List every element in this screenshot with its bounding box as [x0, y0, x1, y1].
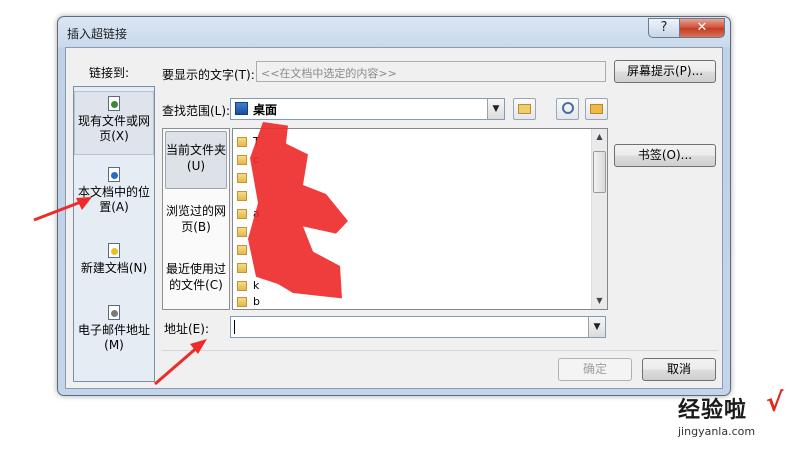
folder-icon	[237, 191, 247, 201]
link-to-bar: 现有文件或网页(X) 本文档中的位置(A) 新建文档(N) 电子邮件地址(M)	[73, 86, 155, 382]
dialog-client-area: 链接到: 现有文件或网页(X) 本文档中的位置(A) 新建文档(N) 电子邮件地…	[65, 47, 723, 389]
link-email-label: 电子邮件地址(M)	[77, 323, 150, 352]
folder-icon	[237, 281, 247, 291]
browse-folder-icon[interactable]	[513, 98, 536, 120]
link-new-document[interactable]: 新建文档(N)	[74, 239, 154, 289]
screentip-button[interactable]: 屏幕提示(P)...	[614, 60, 716, 83]
folder-icon	[237, 173, 247, 183]
folder-icon	[237, 245, 247, 255]
divider	[162, 350, 718, 351]
checkmark-icon: √	[766, 388, 784, 418]
help-button[interactable]: ?	[648, 18, 680, 38]
folder-icon	[237, 155, 247, 165]
open-file-icon[interactable]	[585, 98, 608, 120]
close-button[interactable]: ✕	[679, 18, 725, 38]
display-text-label: 要显示的文字(T):	[162, 68, 255, 82]
scroll-up-icon[interactable]: ▲	[592, 129, 607, 145]
scroll-thumb[interactable]	[593, 151, 606, 193]
look-in-label: 查找范围(L):	[162, 104, 231, 118]
desktop-icon	[235, 102, 248, 115]
dialog-title: 插入超链接	[67, 27, 128, 41]
look-in-select[interactable]: 桌面 ▼	[230, 98, 505, 120]
watermark-url: jingyanla.com	[678, 425, 756, 438]
look-in-value: 桌面	[253, 103, 278, 117]
ok-button[interactable]: 确定	[558, 358, 632, 381]
link-new-document-label: 新建文档(N)	[80, 261, 148, 275]
text-cursor	[234, 320, 235, 334]
cancel-button[interactable]: 取消	[642, 358, 716, 381]
email-icon	[106, 305, 122, 321]
insert-hyperlink-dialog: 插入超链接 ? ✕ 链接到: 现有文件或网页(X) 本文档中的位置(A) 新建文…	[57, 16, 731, 396]
chevron-down-icon[interactable]: ▼	[487, 99, 504, 119]
link-existing-file-label: 现有文件或网页(X)	[77, 114, 150, 143]
link-place-label: 本文档中的位置(A)	[77, 185, 150, 214]
watermark-text: 经验啦	[678, 398, 748, 423]
list-item[interactable]: b	[237, 295, 577, 309]
folder-icon	[237, 297, 247, 307]
address-label: 地址(E):	[164, 322, 209, 336]
folder-icon	[237, 137, 247, 147]
link-email-address[interactable]: 电子邮件地址(M)	[74, 301, 154, 361]
nav-browsed-pages[interactable]: 浏览过的网页(B)	[165, 195, 227, 245]
address-field[interactable]: ▼	[230, 316, 606, 338]
link-place-in-document[interactable]: 本文档中的位置(A)	[74, 163, 154, 219]
vertical-scrollbar[interactable]: ▲ ▼	[591, 129, 607, 309]
browse-web-icon[interactable]	[556, 98, 579, 120]
link-existing-file-or-web[interactable]: 现有文件或网页(X)	[74, 91, 154, 155]
new-document-icon	[106, 243, 122, 259]
title-bar[interactable]: 插入超链接 ? ✕	[58, 17, 730, 47]
folder-icon	[237, 263, 247, 273]
link-to-label: 链接到:	[89, 66, 130, 80]
nav-recent-files[interactable]: 最近使用过的文件(C)	[165, 253, 227, 305]
display-text-field[interactable]: <<在文档中选定的内容>>	[256, 61, 606, 82]
folder-icon	[237, 209, 247, 219]
nav-panel: 当前文件夹(U) 浏览过的网页(B) 最近使用过的文件(C)	[162, 128, 230, 310]
nav-current-folder[interactable]: 当前文件夹(U)	[165, 131, 227, 189]
bookmark-button[interactable]: 书签(O)...	[614, 144, 716, 167]
web-page-icon	[106, 96, 122, 112]
scroll-down-icon[interactable]: ▼	[592, 293, 607, 309]
document-place-icon	[106, 167, 122, 183]
chevron-down-icon[interactable]: ▼	[588, 317, 605, 337]
folder-icon	[237, 227, 247, 237]
site-watermark: 经验啦 √ jingyanla.com	[676, 388, 798, 444]
